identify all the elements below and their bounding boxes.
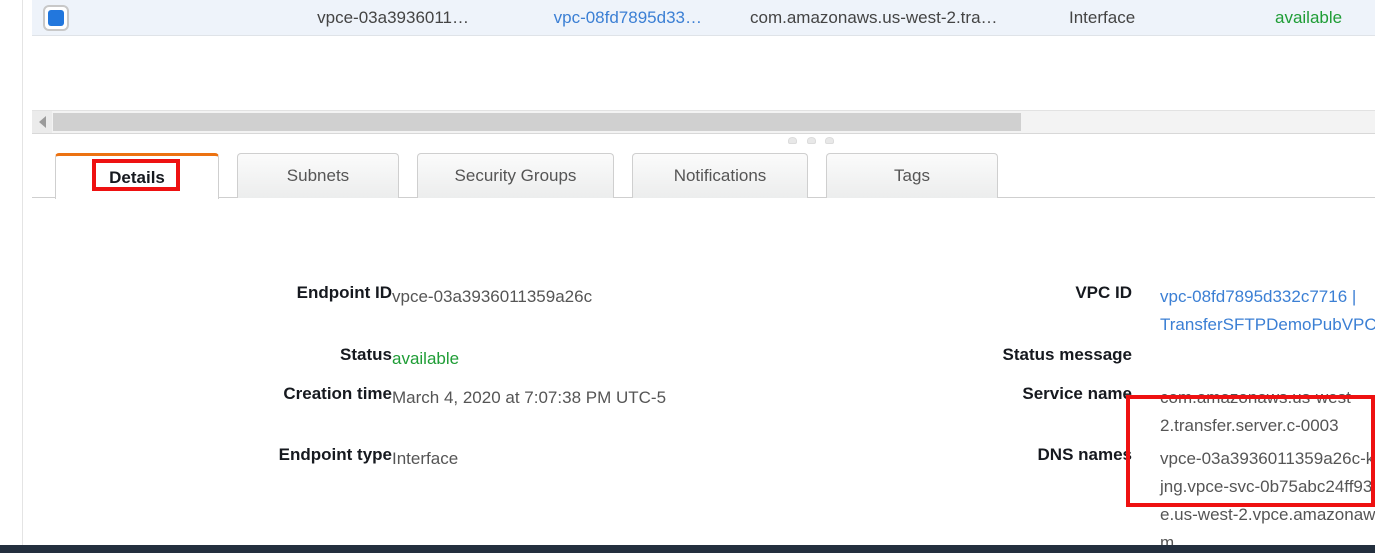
cell-service-name: com.amazonaws.us-west-2.tra… [750,8,998,27]
details-content: Endpoint ID vpce-03a3936011359a26c Statu… [32,198,1375,552]
checkbox-icon [43,5,69,31]
field-value: Interface [392,449,459,468]
tab-notifications[interactable]: Notifications [632,153,808,198]
field-value: vpce-03a3936011359a26c [392,287,593,306]
tab-details[interactable]: Details [55,153,219,199]
field-value[interactable]: vpc-08fd7895d332c7716 | TransferSFTPDemo… [1160,283,1375,339]
field-label: DNS names [1037,445,1132,464]
field-value: available [392,349,460,368]
cell-vpc-id[interactable]: vpc-08fd7895d33… [502,0,702,35]
cell-endpoint-type: Interface [1069,8,1136,27]
field-value: March 4, 2020 at 7:07:38 PM UTC-5 [392,388,667,407]
row-select-checkbox[interactable] [43,5,69,31]
endpoint-detail-panel: Details Subnets Security Groups Notifica… [32,152,1375,552]
tab-security-groups[interactable]: Security Groups [417,153,614,198]
endpoints-results-table: vpce-03a3936011… vpc-08fd7895d33… com.am… [32,0,1375,37]
tab-label: Subnets [286,166,350,185]
tab-tags[interactable]: Tags [826,153,998,198]
tab-label: Security Groups [454,166,577,185]
console-footer-bar [0,545,1375,553]
detail-tab-strip: Details Subnets Security Groups Notifica… [32,152,1375,199]
checkbox-checked-fill [48,10,64,26]
field-value: com.amazonaws.us-west-2.transfer.server.… [1160,388,1357,435]
scrollbar-track[interactable] [1021,111,1375,133]
field-label: Status message [1002,345,1132,364]
vpc-endpoints-console-screen: vpce-03a3936011… vpc-08fd7895d33… com.am… [0,0,1375,553]
scrollbar-thumb[interactable] [53,113,1021,131]
page-left-border [22,0,23,545]
grip-dot [806,137,816,144]
resize-grip-icon[interactable] [788,136,834,145]
details-right-column: VPC ID vpc-08fd7895d332c7716 | TransferS… [802,198,1375,552]
grip-dot [788,137,797,144]
field-label: Endpoint type [278,445,392,464]
tab-subnets[interactable]: Subnets [237,153,399,198]
details-left-column: Endpoint ID vpce-03a3936011359a26c Statu… [32,198,802,545]
field-value: vpce-03a3936011359a26c-kt0evjng.vpce-svc… [1160,449,1375,552]
field-label: Service name [1022,384,1132,403]
field-label: Endpoint ID [296,283,392,302]
chevron-left-icon[interactable] [32,111,52,133]
tab-label: Tags [894,166,930,185]
horizontal-scrollbar[interactable] [32,110,1375,134]
cell-status: available [1275,8,1343,27]
cell-endpoint-id[interactable]: vpce-03a3936011… [269,0,469,35]
field-label: Status [340,345,392,364]
field-label: VPC ID [1075,283,1132,302]
grip-dot [825,137,834,144]
field-label: Creation time [283,384,392,403]
tab-label: Notifications [673,166,767,185]
table-row[interactable]: vpce-03a3936011… vpc-08fd7895d33… com.am… [32,0,1375,36]
tab-label: Details [109,167,165,187]
